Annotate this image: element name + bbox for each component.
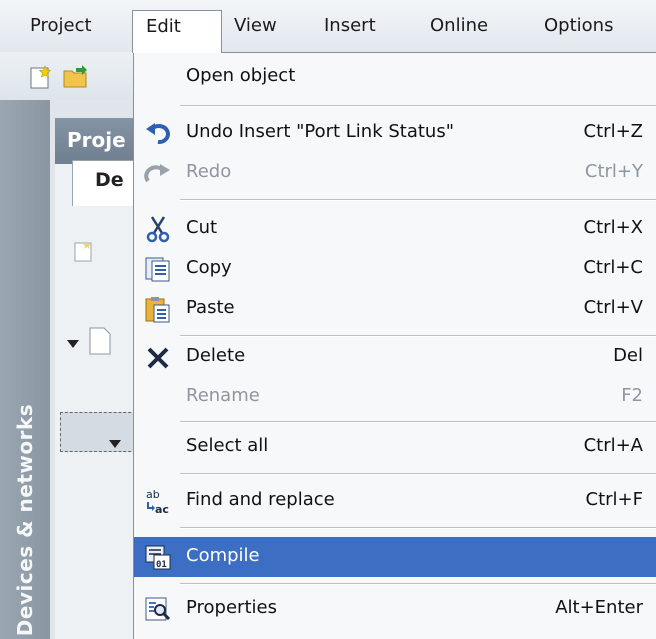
redo-icon [144, 159, 172, 187]
menu-item-shortcut: Alt+Enter [555, 597, 643, 618]
menu-separator [180, 421, 656, 423]
menu-item-label: Cut [186, 217, 218, 238]
edit-menu-dropdown: Open object Undo Insert "Port Link Statu… [133, 52, 656, 639]
project-tree-header: Proje [55, 118, 135, 164]
menu-item-label: Open object [186, 65, 296, 86]
menu-separator [180, 199, 656, 201]
menu-item-label: Find and replace [186, 489, 335, 510]
menu-item-label: Delete [186, 345, 246, 366]
menu-edit[interactable]: Edit [132, 10, 222, 53]
menu-item-shortcut: Ctrl+F [585, 489, 643, 510]
project-tree-panel [55, 164, 135, 639]
menu-project[interactable]: Project [30, 15, 92, 36]
project-document-icon [88, 326, 112, 361]
delete-x-icon [144, 343, 172, 371]
devices-networks-vertical-tab[interactable]: Devices & networks [0, 100, 50, 639]
menu-item-label: Undo Insert "Port Link Status" [186, 121, 454, 142]
menu-separator [180, 105, 656, 107]
menu-item-paste[interactable]: Paste Ctrl+V [134, 289, 656, 329]
properties-icon [144, 595, 172, 623]
menu-item-delete[interactable]: Delete Del [134, 337, 656, 377]
menu-item-label: Properties [186, 597, 277, 618]
menu-item-redo: Redo Ctrl+Y [134, 153, 656, 193]
menu-item-shortcut: F2 [621, 385, 643, 406]
menu-item-copy[interactable]: Copy Ctrl+C [134, 249, 656, 289]
svg-text:ac: ac [155, 503, 169, 515]
menu-item-find-replace[interactable]: ab ac Find and replace Ctrl+F [134, 481, 656, 521]
tree-selected-row[interactable] [60, 412, 136, 452]
menu-separator [180, 527, 656, 529]
menu-separator [180, 583, 656, 585]
menu-online[interactable]: Online [430, 15, 488, 36]
compile-icon: 01 [144, 543, 172, 571]
menu-item-compile[interactable]: 01 Compile [134, 537, 656, 577]
menu-options[interactable]: Options [544, 15, 613, 36]
menu-item-shortcut: Ctrl+A [583, 435, 643, 456]
svg-text:ab: ab [146, 488, 160, 501]
menu-view[interactable]: View [234, 15, 277, 36]
add-device-icon[interactable] [72, 240, 96, 269]
new-project-icon[interactable] [28, 64, 54, 95]
menu-item-label: Copy [186, 257, 232, 278]
menu-item-select-all[interactable]: Select all Ctrl+A [134, 427, 656, 467]
menu-item-undo[interactable]: Undo Insert "Port Link Status" Ctrl+Z [134, 113, 656, 153]
menu-item-properties[interactable]: Properties Alt+Enter [134, 589, 656, 629]
vertical-tab-label: Devices & networks [13, 403, 37, 637]
menu-item-label: Paste [186, 297, 235, 318]
menu-item-rename: Rename F2 [134, 377, 656, 417]
tab-devices[interactable]: De [72, 160, 136, 206]
menu-item-shortcut: Ctrl+V [583, 297, 643, 318]
paste-icon [144, 295, 172, 323]
menu-item-cut[interactable]: Cut Ctrl+X [134, 209, 656, 249]
menu-insert[interactable]: Insert [324, 15, 376, 36]
menu-item-shortcut: Ctrl+C [583, 257, 643, 278]
menu-item-label: Redo [186, 161, 232, 182]
scissors-icon [144, 215, 172, 243]
menu-item-label: Compile [186, 545, 260, 566]
tree-expand-arrow-icon[interactable] [66, 334, 80, 355]
menu-item-shortcut: Ctrl+Y [584, 161, 643, 182]
menu-bar: Project Edit View Insert Online Options [0, 0, 656, 53]
menu-item-label: Select all [186, 435, 269, 456]
menu-separator [180, 473, 656, 475]
svg-text:01: 01 [156, 560, 167, 570]
menu-item-shortcut: Ctrl+X [583, 217, 643, 238]
menu-item-label: Rename [186, 385, 260, 406]
open-project-icon[interactable] [62, 64, 90, 95]
copy-icon [144, 255, 172, 283]
menu-item-shortcut: Ctrl+Z [583, 121, 643, 142]
find-replace-icon: ab ac [144, 487, 172, 516]
undo-icon [144, 119, 172, 147]
menu-item-shortcut: Del [613, 345, 643, 366]
tree-expand-arrow-icon[interactable] [108, 434, 122, 455]
menu-item-open-object[interactable]: Open object [134, 57, 656, 97]
